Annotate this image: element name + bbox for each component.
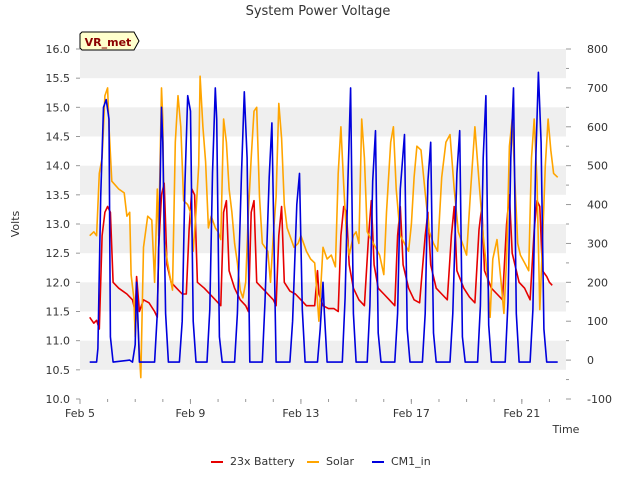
left-tick-label: 13.0: [46, 218, 71, 231]
left-tick-label: 10.0: [46, 393, 71, 406]
left-tick-label: 12.0: [46, 276, 71, 289]
x-tick-label: Feb 5: [65, 407, 95, 420]
left-tick-label: 16.0: [46, 43, 71, 56]
left-tick-label: 14.0: [46, 160, 71, 173]
x-tick-label: Feb 17: [393, 407, 430, 420]
right-axis-ticks: -100 0 100 200 300 400 500 600 700 800: [566, 43, 612, 406]
chart-svg: System Power Voltage Volts Time 10.0 10.5…: [9, 4, 612, 468]
left-tick-label: 15.0: [46, 101, 71, 114]
x-tick-label: Feb 9: [175, 407, 205, 420]
grid-band: [80, 49, 566, 79]
x-tick-label: Feb 13: [282, 407, 319, 420]
left-tick-label: 11.5: [46, 306, 71, 319]
legend-label: Solar: [326, 455, 355, 468]
left-tick-label: 15.5: [46, 72, 71, 85]
chart-root: System Power Voltage Volts Time 10.0 10.5…: [0, 0, 640, 480]
left-tick-label: 14.5: [46, 131, 71, 144]
y-axis-title: Volts: [9, 210, 22, 237]
left-tick-label: 13.5: [46, 189, 71, 202]
legend: 23x Battery Solar CM1_in: [211, 455, 431, 468]
right-tick-label: 300: [587, 237, 608, 250]
left-tick-label: 11.0: [46, 335, 71, 348]
chart-title: System Power Voltage: [246, 4, 391, 19]
grid-band: [80, 340, 566, 370]
right-tick-label: 500: [587, 160, 608, 173]
right-tick-label: 400: [587, 199, 608, 212]
right-tick-label: 800: [587, 43, 608, 56]
right-tick-label: 700: [587, 82, 608, 95]
right-tick-label: 100: [587, 315, 608, 328]
left-tick-label: 12.5: [46, 247, 71, 260]
grid-band: [80, 165, 566, 195]
grid-bands: [80, 49, 566, 370]
right-tick-label: 0: [587, 354, 594, 367]
x-axis-title: Time: [552, 423, 580, 436]
legend-label: CM1_in: [391, 455, 431, 468]
x-axis-ticks: Feb 5 Feb 9 Feb 13 Feb 17 Feb 21: [65, 399, 550, 420]
x-tick-label: Feb 21: [503, 407, 540, 420]
grid-band: [80, 107, 566, 137]
legend-label: 23x Battery: [230, 455, 295, 468]
left-tick-label: 10.5: [46, 364, 71, 377]
right-tick-label: -100: [587, 393, 612, 406]
right-tick-label: 200: [587, 276, 608, 289]
annotation-box: VR_met: [79, 31, 140, 51]
right-tick-label: 600: [587, 121, 608, 134]
annotation-label: VR_met: [85, 36, 132, 49]
left-axis-ticks: 10.0 10.5 11.0 11.5 12.0 12.5 13.0 13.5 14.0 14.5…: [46, 43, 80, 406]
